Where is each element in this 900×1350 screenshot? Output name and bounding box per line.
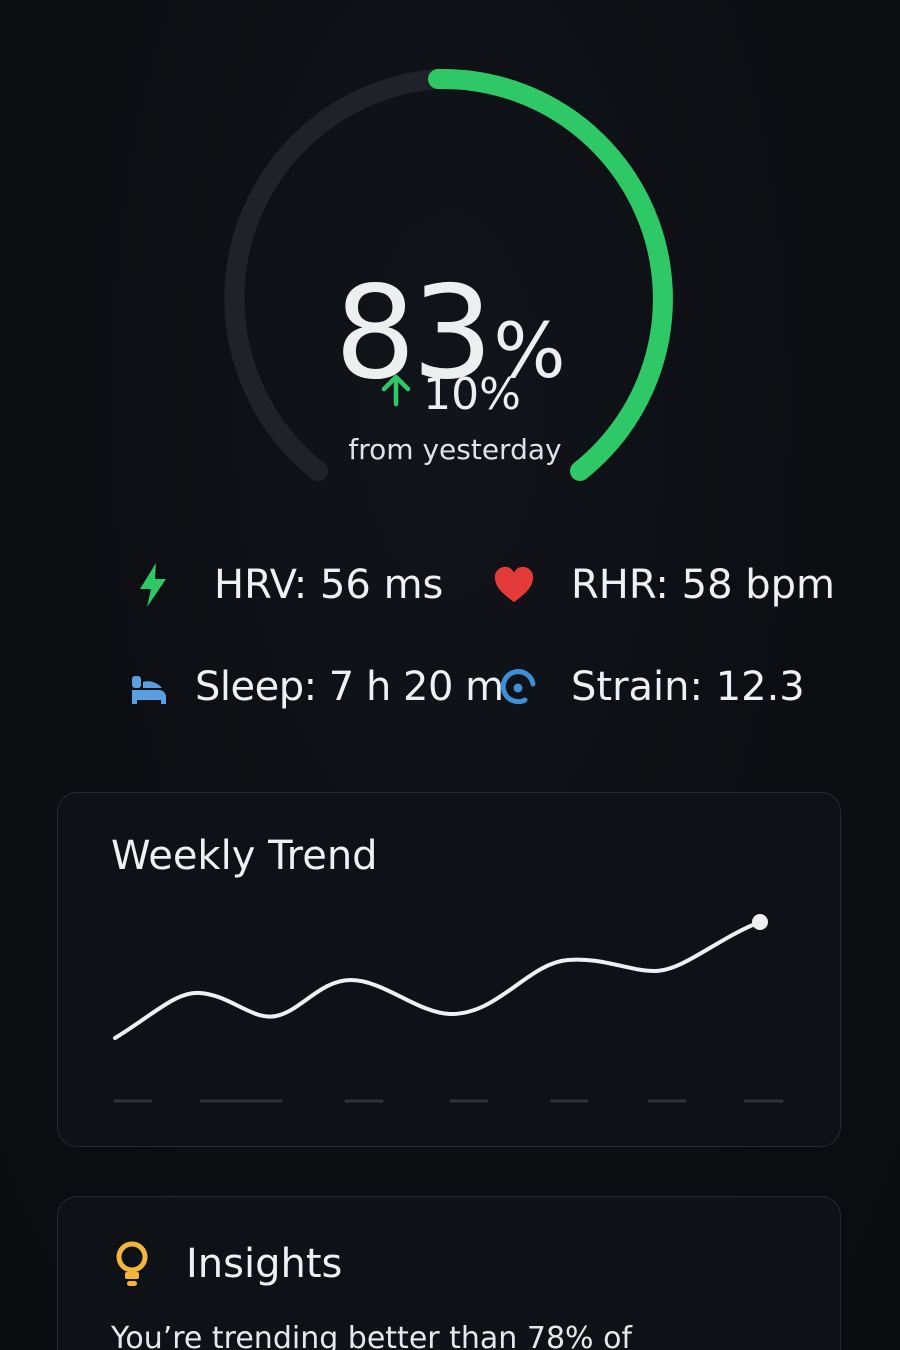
metric-rhr-label: RHR: 58 bpm <box>571 562 835 608</box>
metric-hrv: HRV: 56 ms <box>132 562 443 608</box>
lightbulb-icon <box>116 1241 148 1286</box>
metric-sleep-label: Sleep: 7 h 20 m <box>195 664 504 710</box>
recovery-ring: 83% 10% from yesterday <box>200 55 700 505</box>
metric-strain: Strain: 12.3 <box>497 664 805 710</box>
weekly-trend-card[interactable]: Weekly Trend <box>57 792 841 1147</box>
heart-icon <box>493 564 535 606</box>
recovery-delta-caption: from yesterday <box>348 433 562 466</box>
metric-rhr: RHR: 58 bpm <box>493 562 835 608</box>
insights-card[interactable]: Insights You’re trending better than 78%… <box>57 1196 841 1350</box>
recovery-delta-value: 10% <box>423 369 521 420</box>
arrow-up-icon <box>381 374 411 407</box>
weekly-trend-chart <box>113 914 784 1103</box>
lightning-icon <box>132 563 174 607</box>
metric-sleep: Sleep: 7 h 20 m <box>128 664 504 710</box>
recovery-delta: 10% <box>200 373 700 417</box>
metric-strain-label: Strain: 12.3 <box>571 664 805 710</box>
weekly-trend-end-point <box>752 914 768 930</box>
insights-text: You’re trending better than 78% of <box>111 1321 632 1350</box>
weekly-trend-line <box>113 920 762 1040</box>
bed-icon <box>128 666 170 708</box>
insights-title: Insights <box>186 1241 343 1287</box>
strain-gauge-icon <box>497 666 539 708</box>
metric-hrv-label: HRV: 56 ms <box>214 562 444 608</box>
recovery-dashboard: 83% 10% from yesterday HRV: 56 ms RHR: 5… <box>0 0 900 1350</box>
